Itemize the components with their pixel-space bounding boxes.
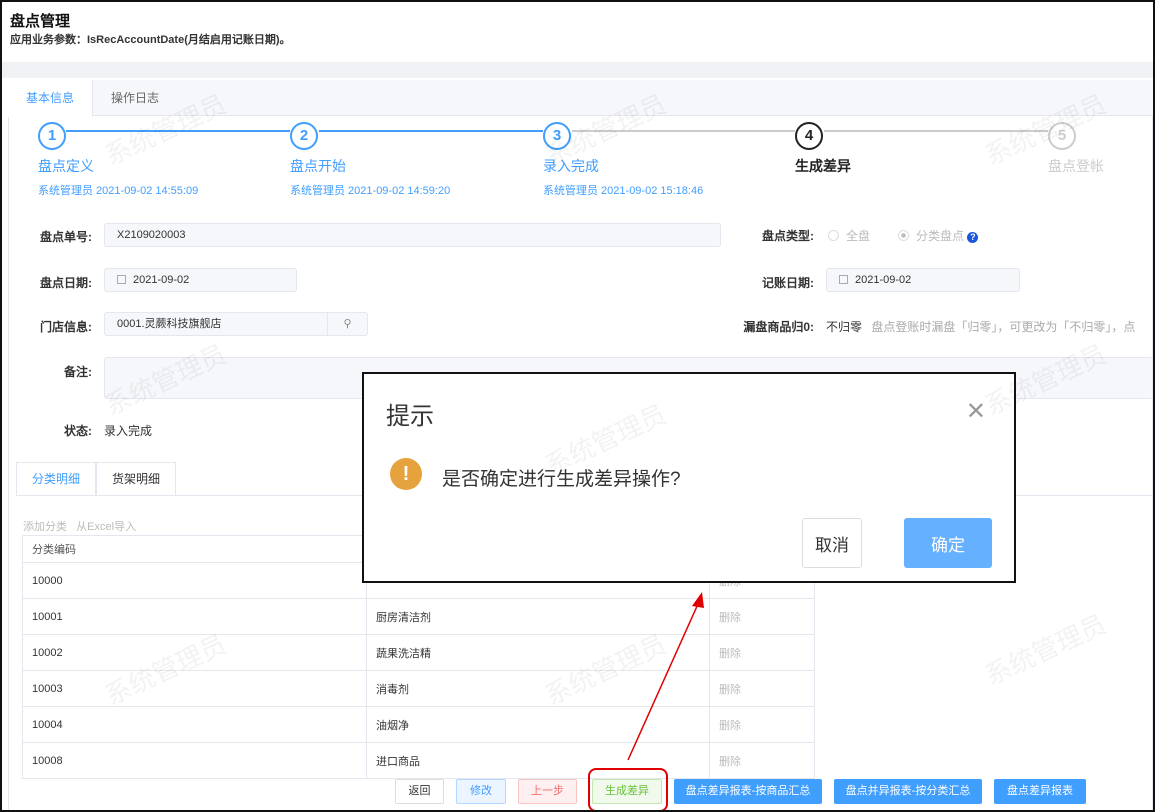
annotation-arrow xyxy=(627,592,704,761)
